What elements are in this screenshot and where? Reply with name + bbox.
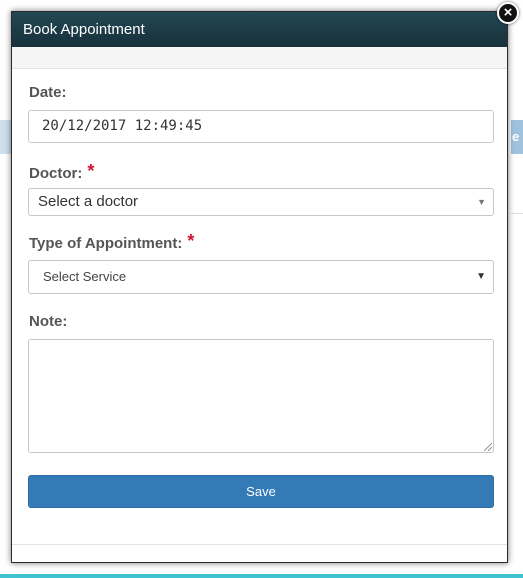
doctor-label: Doctor: * <box>29 161 95 183</box>
close-icon: × <box>503 4 513 21</box>
required-asterisk: * <box>187 231 195 251</box>
date-label-text: Date: <box>29 84 67 101</box>
doctor-select[interactable]: Select a doctor ▼ <box>28 188 494 216</box>
book-appointment-modal: Book Appointment Date: 20/12/2017 12:49:… <box>11 11 508 563</box>
background-divider <box>511 213 523 214</box>
required-asterisk: * <box>87 161 95 181</box>
note-label: Note: <box>29 313 67 330</box>
doctor-select-value: Select a doctor <box>38 193 139 210</box>
chevron-down-icon: ▼ <box>476 271 486 282</box>
doctor-label-text: Doctor: <box>29 165 83 182</box>
save-button[interactable]: Save <box>28 475 494 508</box>
date-label: Date: <box>29 84 67 101</box>
close-button[interactable]: × <box>497 2 519 24</box>
modal-header-spacer <box>12 47 507 69</box>
resize-handle-icon[interactable] <box>484 443 492 451</box>
modal-title: Book Appointment <box>23 21 145 38</box>
appointment-type-label: Type of Appointment: * <box>29 231 195 253</box>
note-label-text: Note: <box>29 313 68 330</box>
background-text-fragment: e <box>512 129 520 144</box>
service-select[interactable]: Select Service ▼ <box>28 260 494 294</box>
appointment-type-label-text: Type of Appointment: <box>29 235 183 252</box>
modal-footer-divider <box>12 544 507 545</box>
service-select-value: Select Service <box>43 269 127 284</box>
date-input[interactable]: 20/12/2017 12:49:45 <box>28 110 494 143</box>
modal-header: Book Appointment <box>12 12 507 47</box>
chevron-down-icon: ▼ <box>477 197 486 207</box>
note-textarea[interactable] <box>28 339 494 453</box>
date-input-value: 20/12/2017 12:49:45 <box>42 118 203 134</box>
background-accent-bar <box>0 574 523 578</box>
background-panel-right: e <box>511 120 523 154</box>
